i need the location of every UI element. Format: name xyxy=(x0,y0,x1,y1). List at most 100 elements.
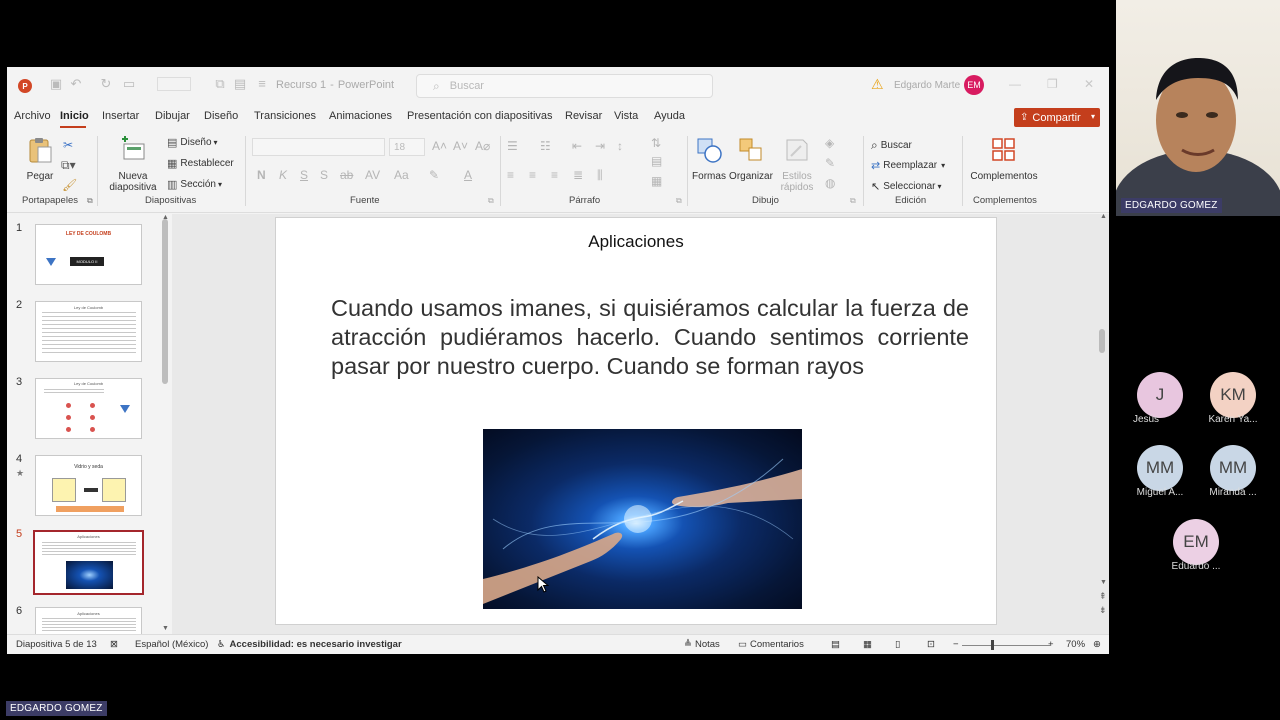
slide-thumbnail-3[interactable]: Ley de Coulomb xyxy=(35,378,142,439)
normal-view-icon[interactable]: ▤ xyxy=(831,639,840,650)
redo-icon[interactable]: ↻ xyxy=(99,77,113,91)
font-color-icon[interactable]: A xyxy=(464,168,472,182)
language-indicator[interactable]: Español (México) xyxy=(135,639,208,650)
slide-sorter-icon[interactable]: ▦ xyxy=(863,639,872,650)
slide-thumbnail-2[interactable]: Ley de Coulomb xyxy=(35,301,142,362)
tab-presentacion[interactable]: Presentación con diapositivas xyxy=(407,110,553,122)
canvas-scrollbar[interactable] xyxy=(1099,329,1105,353)
decrease-indent-icon[interactable]: ⇤ xyxy=(572,139,582,153)
thumbnails-scroll-down-icon[interactable]: ▼ xyxy=(162,625,169,632)
tab-vista[interactable]: Vista xyxy=(614,110,638,122)
tab-diseno[interactable]: Diseño xyxy=(204,110,238,122)
numbering-icon[interactable]: ☷ xyxy=(540,139,551,153)
warning-icon[interactable]: ⚠ xyxy=(871,77,885,91)
notes-button[interactable]: ≜ Notas xyxy=(684,639,720,650)
line-spacing-icon[interactable]: ↕ xyxy=(617,139,623,153)
dialog-launcher-icon[interactable]: ⧉ xyxy=(676,196,682,206)
participant-avatar[interactable]: MM xyxy=(1137,445,1183,491)
spelling-icon[interactable]: ⊠ xyxy=(110,639,118,650)
layout-button[interactable]: ▤ Diseño ▾ xyxy=(167,136,218,149)
participant-avatar[interactable]: EM xyxy=(1173,519,1219,565)
quick-styles-button[interactable]: Estilos rápidos xyxy=(775,136,819,193)
paste-button[interactable]: Pegar xyxy=(25,136,55,182)
highlight-icon[interactable]: ✎ xyxy=(429,168,439,182)
addins-button[interactable]: Complementos xyxy=(967,136,1041,182)
zoom-slider-handle[interactable] xyxy=(991,640,994,650)
tab-dibujar[interactable]: Dibujar xyxy=(155,110,190,122)
slide-image-touching-hands[interactable] xyxy=(483,429,802,609)
customize-quick-access-icon[interactable]: ≡ xyxy=(255,77,269,91)
save-icon[interactable]: ▣ xyxy=(49,77,63,91)
shadow-icon[interactable]: S xyxy=(320,168,328,182)
align-text-icon[interactable]: ▤ xyxy=(651,154,662,168)
shapes-button[interactable]: Formas xyxy=(692,136,726,182)
reset-button[interactable]: ▦ Restablecer xyxy=(167,157,234,170)
font-name-box[interactable] xyxy=(252,138,385,156)
text-direction-icon[interactable]: ⇅ xyxy=(651,136,661,150)
justify-icon[interactable]: ≣ xyxy=(573,168,583,182)
fit-to-window-icon[interactable]: ⊕ xyxy=(1093,639,1101,650)
replace-button[interactable]: ⇄ Reemplazar ▾ xyxy=(871,159,945,172)
align-right-icon[interactable]: ≡ xyxy=(551,168,558,182)
smartart-icon[interactable]: ▦ xyxy=(651,174,662,188)
cut-icon[interactable]: ✂ xyxy=(63,138,73,152)
strikethrough-icon[interactable]: ab xyxy=(340,168,353,182)
paste-quick-icon[interactable]: ▤ xyxy=(233,77,247,91)
canvas-scroll-down-icon[interactable]: ▼ xyxy=(1100,579,1107,586)
underline-icon[interactable]: S xyxy=(300,168,308,182)
slide-thumbnail-5-active[interactable]: Aplicaciones xyxy=(33,530,144,595)
slideshow-icon[interactable]: ⊡ xyxy=(927,639,935,650)
change-case-icon[interactable]: Aa xyxy=(394,168,409,182)
search-box[interactable]: ⌕ Buscar xyxy=(416,74,713,98)
slide-thumbnail-4[interactable]: Vidrio y seda xyxy=(35,455,142,516)
next-slide-icon[interactable]: ⇟ xyxy=(1099,605,1107,616)
reading-view-icon[interactable]: ▯ xyxy=(895,639,900,650)
slide-title[interactable]: Aplicaciones xyxy=(276,232,996,252)
accessibility-status[interactable]: ♿ Accesibilidad: es necesario investigar xyxy=(217,639,402,650)
find-button[interactable]: ⌕ Buscar xyxy=(871,138,912,153)
maximize-icon[interactable]: ❐ xyxy=(1047,77,1058,91)
comments-button[interactable]: ▭ Comentarios xyxy=(738,639,804,650)
tab-archivo[interactable]: Archivo xyxy=(14,110,51,122)
copy-icon[interactable]: ⧉▾ xyxy=(61,158,76,173)
align-center-icon[interactable]: ≡ xyxy=(529,168,536,182)
thumbnails-scrollbar[interactable] xyxy=(162,219,168,384)
new-slide-button[interactable]: Nueva diapositiva xyxy=(103,136,163,193)
format-painter-quick-icon[interactable]: ⧉ xyxy=(213,77,227,91)
participant-avatar[interactable]: MM xyxy=(1210,445,1256,491)
slide-counter[interactable]: Diapositiva 5 de 13 xyxy=(16,639,97,650)
zoom-level[interactable]: 70% xyxy=(1066,639,1085,650)
select-button[interactable]: ↖ Seleccionar ▾ xyxy=(871,180,942,193)
tab-transiciones[interactable]: Transiciones xyxy=(254,110,316,122)
user-avatar[interactable]: EM xyxy=(964,75,984,95)
chevron-down-icon[interactable]: ▾ xyxy=(1091,112,1095,121)
undo-icon[interactable]: ↶ xyxy=(69,77,83,91)
spacing-icon[interactable]: AV xyxy=(365,168,380,182)
bullets-icon[interactable]: ☰ xyxy=(507,139,518,153)
slide-body-text[interactable]: Cuando usamos imanes, si quisiéramos cal… xyxy=(331,294,969,381)
canvas-scroll-up-icon[interactable]: ▲ xyxy=(1100,214,1107,220)
align-left-icon[interactable]: ≡ xyxy=(507,168,514,182)
participant-avatar[interactable]: KM xyxy=(1210,372,1256,418)
slide-thumbnail-1[interactable]: LEY DE COULOMB MODULO II xyxy=(35,224,142,285)
shape-fill-icon[interactable]: ◈ xyxy=(825,136,834,150)
grow-font-icon[interactable]: A˄ xyxy=(432,139,447,153)
slide-thumbnail-6[interactable]: Aplicaciones xyxy=(35,607,142,634)
tab-insertar[interactable]: Insertar xyxy=(102,110,139,122)
tab-revisar[interactable]: Revisar xyxy=(565,110,602,122)
present-icon[interactable]: ▭ xyxy=(122,77,136,91)
shape-outline-icon[interactable]: ✎ xyxy=(825,156,835,170)
current-slide[interactable]: Aplicaciones Cuando usamos imanes, si qu… xyxy=(275,217,997,625)
font-size-quick-box[interactable] xyxy=(157,77,191,91)
dialog-launcher-icon[interactable]: ⧉ xyxy=(850,196,856,206)
dialog-launcher-icon[interactable]: ⧉ xyxy=(488,196,494,206)
clear-format-icon[interactable]: A⌀ xyxy=(475,139,490,153)
tab-ayuda[interactable]: Ayuda xyxy=(654,110,685,122)
shape-effects-icon[interactable]: ◍ xyxy=(825,176,835,190)
zoom-in-icon[interactable]: + xyxy=(1048,639,1054,650)
arrange-button[interactable]: Organizar xyxy=(729,136,773,182)
close-icon[interactable]: ✕ xyxy=(1084,77,1094,91)
increase-indent-icon[interactable]: ⇥ xyxy=(595,139,605,153)
shrink-font-icon[interactable]: A˅ xyxy=(453,139,468,153)
bold-icon[interactable]: N xyxy=(257,168,266,182)
